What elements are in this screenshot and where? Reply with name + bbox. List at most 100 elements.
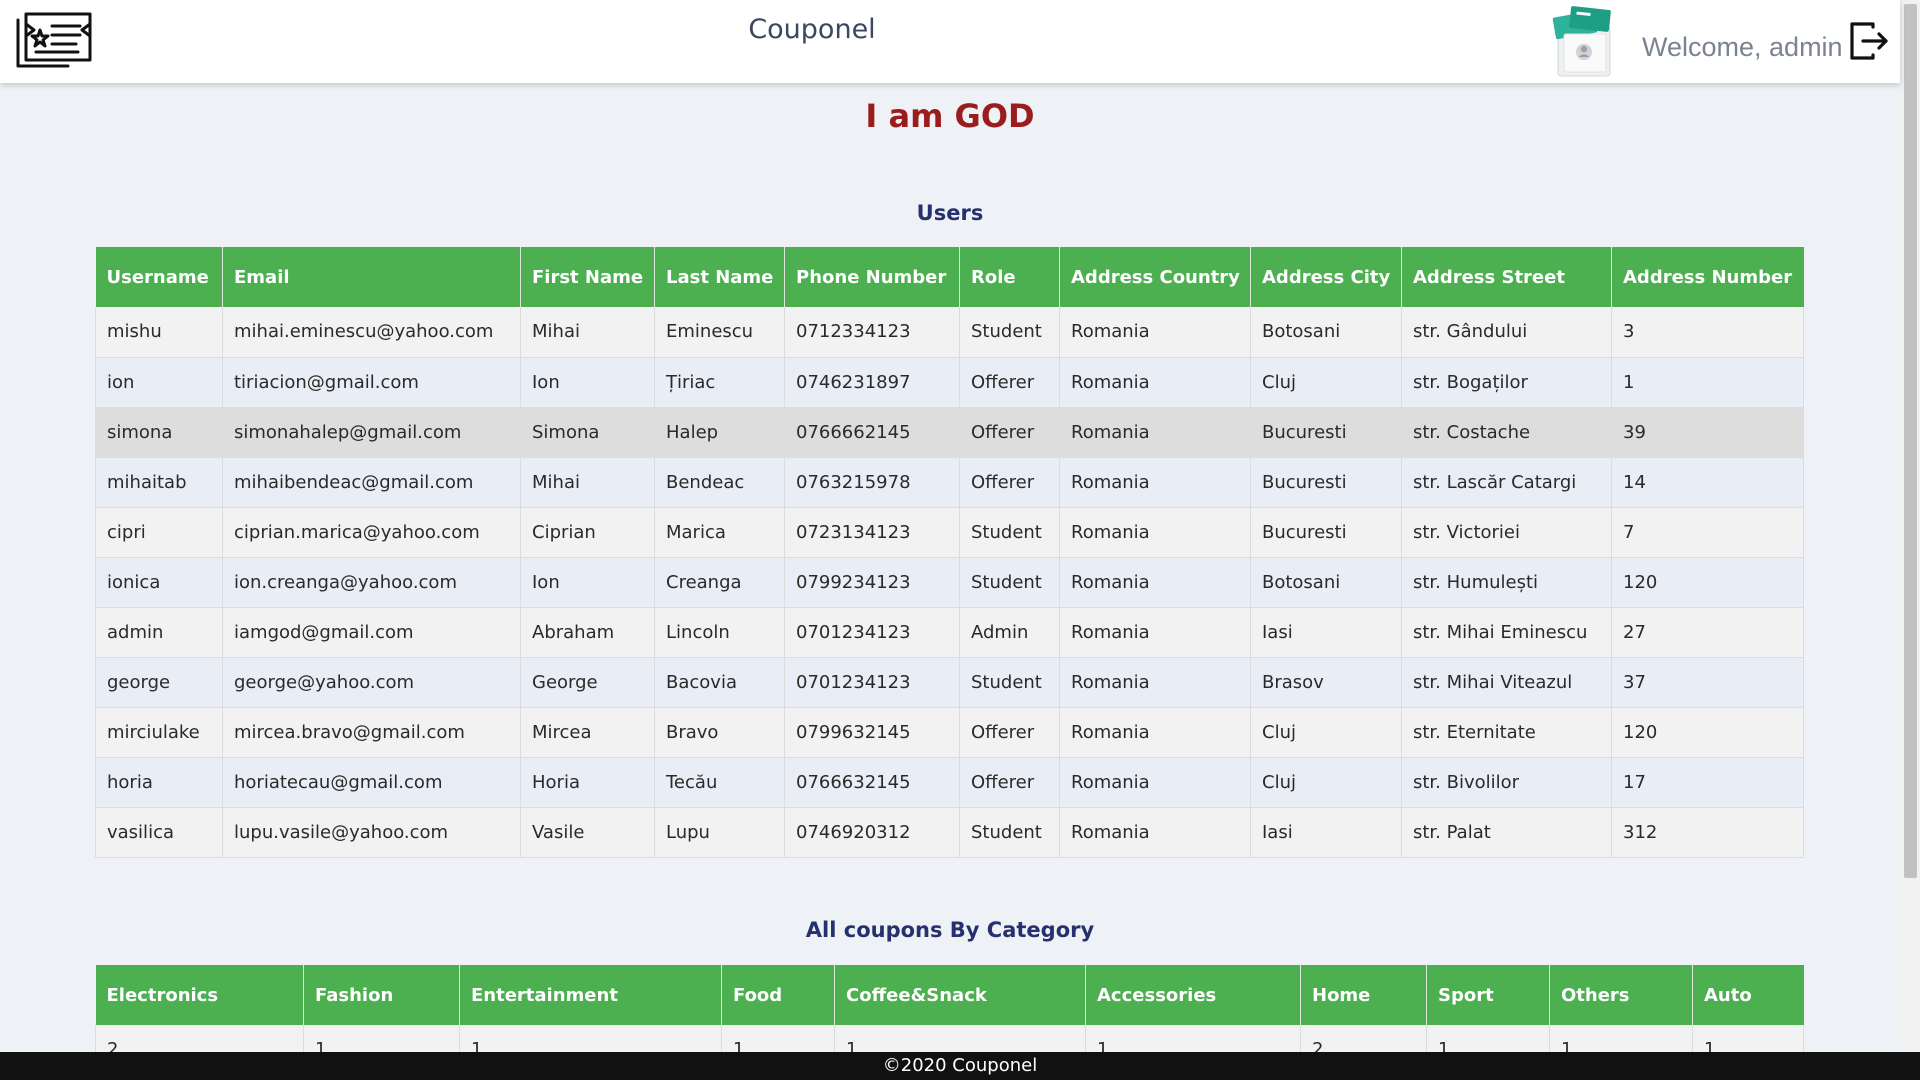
table-cell: Bravo xyxy=(654,707,785,758)
table-cell: Romania xyxy=(1059,707,1251,758)
table-cell: simonahalep@gmail.com xyxy=(222,407,521,458)
table-cell: Romania xyxy=(1059,607,1251,658)
table-cell: Offerer xyxy=(959,357,1060,408)
table-cell: 0712334123 xyxy=(784,307,960,358)
table-cell: 0766662145 xyxy=(784,407,960,458)
table-row[interactable]: vasilica lupu.vasile@yahoo.com Vasile Lupu 0… xyxy=(95,807,1804,858)
table-cell: ion xyxy=(95,357,223,408)
table-cell: Romania xyxy=(1059,657,1251,708)
table-cell: mirciulake xyxy=(95,707,223,758)
table-cell: Offerer xyxy=(959,757,1060,808)
table-cell: 0799632145 xyxy=(784,707,960,758)
table-cell: mircea.bravo@gmail.com xyxy=(222,707,521,758)
table-cell: mishu xyxy=(95,307,223,358)
users-table: Username Email First Name Last Name Phone Nu… xyxy=(95,247,1804,858)
table-cell: 0746231897 xyxy=(784,357,960,408)
coupons-section-title: All coupons By Category xyxy=(805,918,1095,942)
column-header: Fashion xyxy=(303,965,460,1025)
table-cell: 7 xyxy=(1611,507,1804,558)
scrollbar-thumb[interactable] xyxy=(1904,4,1917,878)
column-header: Address City xyxy=(1250,247,1402,307)
table-cell: iamgod@gmail.com xyxy=(222,607,521,658)
table-cell: Iasi xyxy=(1250,607,1402,658)
table-cell: 312 xyxy=(1611,807,1804,858)
table-cell: 14 xyxy=(1611,457,1804,508)
table-cell: Botosani xyxy=(1250,557,1402,608)
table-row[interactable]: mihaitab mihaibendeac@gmail.com Mihai Bende… xyxy=(95,457,1804,508)
page-scrollbar[interactable] xyxy=(1900,0,1920,1052)
table-row[interactable]: ion tiriacion@gmail.com Ion Țiriac 074623189… xyxy=(95,357,1804,408)
table-cell: Mihai xyxy=(520,307,655,358)
table-cell: Lincoln xyxy=(654,607,785,658)
logout-icon[interactable] xyxy=(1848,20,1890,62)
table-cell: Romania xyxy=(1059,307,1251,358)
table-cell: 0799234123 xyxy=(784,557,960,608)
table-cell: Ciprian xyxy=(520,507,655,558)
table-cell: Bacovia xyxy=(654,657,785,708)
table-cell: Cluj xyxy=(1250,757,1402,808)
table-cell: george xyxy=(95,657,223,708)
table-cell: 0746920312 xyxy=(784,807,960,858)
table-cell: tiriacion@gmail.com xyxy=(222,357,521,408)
table-row[interactable]: ionica ion.creanga@yahoo.com Ion Creanga 079… xyxy=(95,557,1804,608)
table-cell: mihai.eminescu@yahoo.com xyxy=(222,307,521,358)
table-cell: str. Costache xyxy=(1401,407,1612,458)
table-row[interactable]: admin iamgod@gmail.com Abraham Lincoln 07012… xyxy=(95,607,1804,658)
table-cell: Admin xyxy=(959,607,1060,658)
table-cell: horiatecau@gmail.com xyxy=(222,757,521,808)
brand-title[interactable]: Couponel xyxy=(0,14,1624,45)
table-cell: Tecău xyxy=(654,757,785,808)
table-cell: Romania xyxy=(1059,457,1251,508)
table-cell: Romania xyxy=(1059,407,1251,458)
footer: ©2020 Couponel xyxy=(0,1052,1920,1080)
table-cell: 0766632145 xyxy=(784,757,960,808)
table-cell: vasilica xyxy=(95,807,223,858)
table-cell: Abraham xyxy=(520,607,655,658)
table-row[interactable]: cipri ciprian.marica@yahoo.com Ciprian Mari… xyxy=(95,507,1804,558)
table-cell: horia xyxy=(95,757,223,808)
table-cell: Eminescu xyxy=(654,307,785,358)
column-header: Phone Number xyxy=(784,247,960,307)
table-cell: lupu.vasile@yahoo.com xyxy=(222,807,521,858)
table-cell: 0723134123 xyxy=(784,507,960,558)
table-cell: 39 xyxy=(1611,407,1804,458)
coupons-table-header: Electronics Fashion Entertainment Food Coffe… xyxy=(95,965,1804,1025)
table-cell: Ion xyxy=(520,357,655,408)
table-cell: Student xyxy=(959,507,1060,558)
table-cell: Vasile xyxy=(520,807,655,858)
column-header: Sport xyxy=(1426,965,1550,1025)
table-cell: 1 xyxy=(1611,357,1804,408)
table-cell: 120 xyxy=(1611,557,1804,608)
column-header: Electronics xyxy=(95,965,304,1025)
table-cell: ion.creanga@yahoo.com xyxy=(222,557,521,608)
table-cell: Lupu xyxy=(654,807,785,858)
table-cell: Bucuresti xyxy=(1250,507,1402,558)
table-cell: Romania xyxy=(1059,357,1251,408)
table-cell: Bucuresti xyxy=(1250,457,1402,508)
column-header: Address Street xyxy=(1401,247,1612,307)
table-cell: Bucuresti xyxy=(1250,407,1402,458)
user-avatar-icon[interactable] xyxy=(1550,6,1618,78)
table-cell: Cluj xyxy=(1250,707,1402,758)
top-navbar: Couponel Welcome, admin xyxy=(0,0,1900,83)
table-cell: str. Bogaților xyxy=(1401,357,1612,408)
column-header: Coffee&Snack xyxy=(834,965,1086,1025)
table-cell: george@yahoo.com xyxy=(222,657,521,708)
table-cell: Brasov xyxy=(1250,657,1402,708)
users-table-header: Username Email First Name Last Name Phone Nu… xyxy=(95,247,1804,307)
table-cell: 0701234123 xyxy=(784,607,960,658)
table-row[interactable]: horia horiatecau@gmail.com Horia Tecău 07666… xyxy=(95,757,1804,808)
column-header: Food xyxy=(721,965,835,1025)
table-row[interactable]: simona simonahalep@gmail.com Simona Halep 07… xyxy=(95,407,1804,458)
table-row[interactable]: george george@yahoo.com George Bacovia 07012… xyxy=(95,657,1804,708)
table-row[interactable]: mirciulake mircea.bravo@gmail.com Mircea Br… xyxy=(95,707,1804,758)
table-cell: ciprian.marica@yahoo.com xyxy=(222,507,521,558)
table-cell: Student xyxy=(959,307,1060,358)
table-cell: Romania xyxy=(1059,807,1251,858)
table-cell: Horia xyxy=(520,757,655,808)
column-header: Username xyxy=(95,247,223,307)
table-cell: 3 xyxy=(1611,307,1804,358)
table-cell: Ion xyxy=(520,557,655,608)
table-row[interactable]: mishu mihai.eminescu@yahoo.com Mihai Emines… xyxy=(95,307,1804,358)
column-header: Role xyxy=(959,247,1060,307)
